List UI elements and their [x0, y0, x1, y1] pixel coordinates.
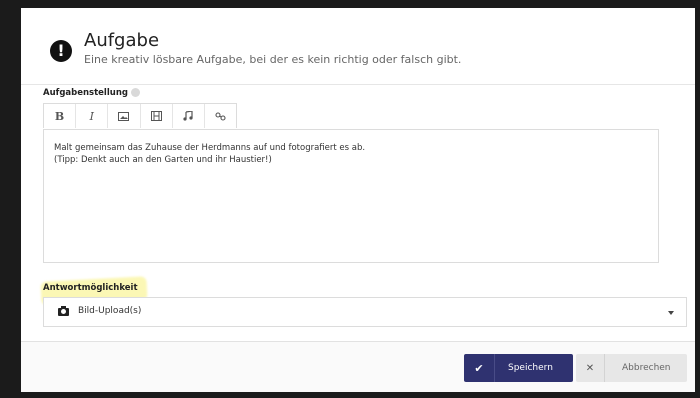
task-text-line-2: (Tipp: Denkt auch an den Garten und ihr …: [54, 155, 272, 165]
editor-toolbar: B I: [43, 103, 237, 128]
info-icon[interactable]: [130, 88, 140, 97]
image-icon[interactable]: [108, 104, 141, 128]
italic-button[interactable]: I: [76, 104, 109, 128]
link-icon[interactable]: [205, 104, 236, 128]
chevron-down-icon: [668, 311, 674, 315]
task-text-editor[interactable]: Malt gemeinsam das Zuhause der Herdmanns…: [43, 129, 659, 263]
check-icon: ✔: [464, 354, 495, 382]
task-label-row: Aufgabenstellung: [43, 88, 140, 98]
video-icon[interactable]: [141, 104, 173, 128]
dialog-title: Aufgabe: [84, 30, 160, 51]
screen-frame: ! Aufgabe Eine kreativ lösbare Aufgabe, …: [0, 0, 700, 398]
music-icon[interactable]: [173, 104, 205, 128]
dialog-header: ! Aufgabe Eine kreativ lösbare Aufgabe, …: [21, 8, 695, 85]
answer-type-select[interactable]: Bild-Upload(s): [43, 297, 687, 327]
task-text-line-1: Malt gemeinsam das Zuhause der Herdmanns…: [54, 143, 366, 153]
bold-button[interactable]: B: [44, 104, 77, 128]
answer-type-value: Bild-Upload(s): [78, 306, 142, 316]
cancel-label: Abbrechen: [622, 363, 671, 373]
task-label: Aufgabenstellung: [43, 88, 128, 98]
task-dialog: ! Aufgabe Eine kreativ lösbare Aufgabe, …: [21, 8, 695, 392]
answer-label: Antwortmöglichkeit: [43, 283, 138, 293]
camera-icon: [58, 306, 69, 316]
dialog-subtitle: Eine kreativ lösbare Aufgabe, bei der es…: [84, 53, 462, 66]
close-icon: ✕: [576, 354, 605, 382]
exclamation-icon: !: [50, 40, 72, 62]
save-button[interactable]: ✔ Speichern: [464, 354, 573, 382]
save-label: Speichern: [508, 363, 553, 373]
cancel-button[interactable]: ✕ Abbrechen: [576, 354, 687, 382]
